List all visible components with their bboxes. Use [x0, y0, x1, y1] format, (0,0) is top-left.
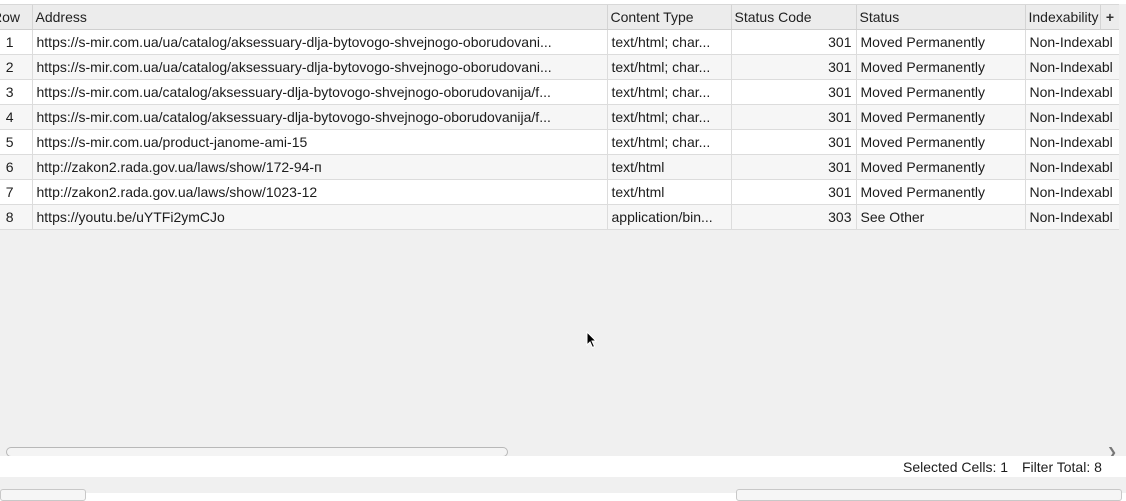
address-cell[interactable]: https://s-mir.com.ua/catalog/aksessuary-…	[32, 104, 608, 130]
filter-total-count: Filter Total: 8	[1022, 459, 1102, 475]
row-number: 7	[0, 179, 33, 205]
row-number: 2	[0, 54, 33, 80]
mouse-pointer-icon	[586, 331, 598, 349]
indexability-cell[interactable]: Non-Indexabl	[1025, 79, 1119, 105]
column-header-status[interactable]: Status	[856, 5, 1026, 30]
status-code-cell[interactable]: 301	[731, 154, 857, 180]
table-row[interactable]: 4 https://s-mir.com.ua/catalog/aksessuar…	[0, 104, 1119, 130]
table-row[interactable]: 6 http://zakon2.rada.gov.ua/laws/show/17…	[0, 154, 1119, 180]
add-column-button[interactable]: +	[1100, 5, 1119, 30]
bottom-left-control[interactable]	[0, 489, 86, 501]
table-row[interactable]: 7 http://zakon2.rada.gov.ua/laws/show/10…	[0, 179, 1119, 205]
status-code-cell[interactable]: 301	[731, 104, 857, 130]
table-row[interactable]: 2 https://s-mir.com.ua/ua/catalog/aksess…	[0, 54, 1119, 80]
content-type-cell[interactable]: text/html; char...	[607, 29, 732, 55]
status-cell[interactable]: Moved Permanently	[856, 54, 1026, 80]
status-code-cell[interactable]: 301	[731, 54, 857, 80]
address-cell[interactable]: https://s-mir.com.ua/product-janome-ami-…	[32, 129, 608, 155]
status-bar: Selected Cells: 1 Filter Total: 8	[0, 456, 1126, 477]
status-code-cell[interactable]: 301	[731, 179, 857, 205]
row-number: 6	[0, 154, 33, 180]
indexability-cell[interactable]: Non-Indexabl	[1025, 54, 1119, 80]
table-row[interactable]: 8 https://youtu.be/uYTFi2ymCJo applicati…	[0, 204, 1119, 230]
address-cell[interactable]: https://s-mir.com.ua/ua/catalog/aksessua…	[32, 54, 608, 80]
indexability-cell[interactable]: Non-Indexabl	[1025, 129, 1119, 155]
content-type-cell[interactable]: text/html; char...	[607, 104, 732, 130]
content-type-cell[interactable]: text/html	[607, 154, 732, 180]
header-row: Row Address Content Type Status Code Sta…	[0, 5, 1119, 30]
column-header-status-code[interactable]: Status Code	[731, 5, 857, 30]
content-type-cell[interactable]: text/html	[607, 179, 732, 205]
address-cell[interactable]: https://s-mir.com.ua/ua/catalog/aksessua…	[32, 29, 608, 55]
column-header-row[interactable]: Row	[0, 5, 33, 30]
row-number: 5	[0, 129, 33, 155]
status-cell[interactable]: Moved Permanently	[856, 79, 1026, 105]
row-number: 8	[0, 204, 33, 230]
table-row[interactable]: 3 https://s-mir.com.ua/catalog/aksessuar…	[0, 79, 1119, 105]
address-cell[interactable]: https://youtu.be/uYTFi2ymCJo	[32, 204, 608, 230]
column-header-address[interactable]: Address	[32, 5, 608, 30]
address-cell[interactable]: https://s-mir.com.ua/catalog/aksessuary-…	[32, 79, 608, 105]
bottom-right-control[interactable]	[736, 489, 1122, 501]
vertical-scrollbar[interactable]	[1119, 4, 1126, 456]
indexability-cell[interactable]: Non-Indexabl	[1025, 154, 1119, 180]
row-number: 3	[0, 79, 33, 105]
status-cell[interactable]: Moved Permanently	[856, 129, 1026, 155]
status-cell[interactable]: Moved Permanently	[856, 154, 1026, 180]
horizontal-scrollbar[interactable]: ❯	[0, 443, 1119, 457]
results-table: Row Address Content Type Status Code Sta…	[0, 5, 1119, 230]
status-cell[interactable]: Moved Permanently	[856, 104, 1026, 130]
column-header-content-type[interactable]: Content Type	[607, 5, 732, 30]
results-grid[interactable]: Row Address Content Type Status Code Sta…	[0, 4, 1119, 457]
selected-cells-count: Selected Cells: 1	[903, 459, 1009, 475]
status-code-cell[interactable]: 301	[731, 129, 857, 155]
indexability-cell[interactable]: Non-Indexabl	[1025, 104, 1119, 130]
content-type-cell[interactable]: application/bin...	[607, 204, 732, 230]
status-cell[interactable]: Moved Permanently	[856, 29, 1026, 55]
status-cell[interactable]: Moved Permanently	[856, 179, 1026, 205]
content-type-cell[interactable]: text/html; char...	[607, 54, 732, 80]
status-code-cell[interactable]: 301	[731, 29, 857, 55]
indexability-cell[interactable]: Non-Indexabl	[1025, 204, 1119, 230]
status-cell[interactable]: See Other	[856, 204, 1026, 230]
table-row[interactable]: 1 https://s-mir.com.ua/ua/catalog/aksess…	[0, 29, 1119, 55]
table-row[interactable]: 5 https://s-mir.com.ua/product-janome-am…	[0, 129, 1119, 155]
content-type-cell[interactable]: text/html; char...	[607, 129, 732, 155]
content-type-cell[interactable]: text/html; char...	[607, 79, 732, 105]
address-cell[interactable]: http://zakon2.rada.gov.ua/laws/show/172-…	[32, 154, 608, 180]
indexability-cell[interactable]: Non-Indexabl	[1025, 29, 1119, 55]
status-code-cell[interactable]: 301	[731, 79, 857, 105]
indexability-cell[interactable]: Non-Indexabl	[1025, 179, 1119, 205]
bottom-panel	[0, 477, 1126, 501]
row-number: 4	[0, 104, 33, 130]
row-number: 1	[0, 29, 33, 55]
status-code-cell[interactable]: 303	[731, 204, 857, 230]
address-cell[interactable]: http://zakon2.rada.gov.ua/laws/show/1023…	[32, 179, 608, 205]
